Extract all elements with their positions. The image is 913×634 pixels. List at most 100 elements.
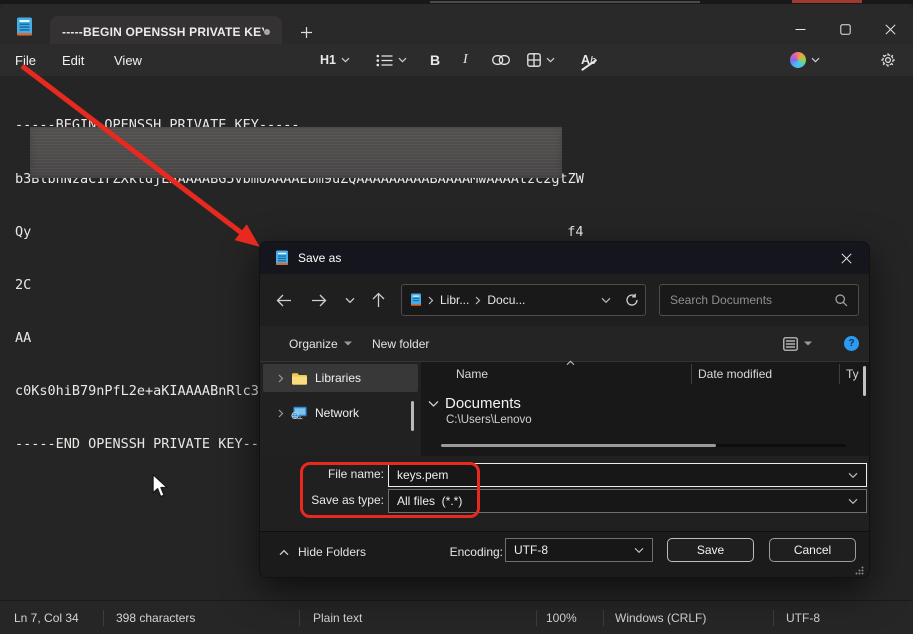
menu-edit[interactable]: Edit [62, 44, 84, 76]
list-format-button[interactable] [376, 44, 407, 76]
encoding[interactable]: UTF-8 [786, 601, 820, 634]
column-header-date-modified[interactable]: Date modified [698, 365, 772, 383]
column-separator[interactable] [839, 364, 840, 384]
bold-button[interactable]: B [430, 44, 440, 76]
column-header-type[interactable]: Ty [846, 365, 859, 383]
save-as-type-label: Save as type: [260, 493, 384, 507]
maximize-icon [840, 24, 851, 35]
document-format[interactable]: Plain text [313, 601, 362, 634]
help-button[interactable]: ? [844, 326, 859, 361]
hide-folders-button[interactable]: Hide Folders [279, 545, 366, 559]
file-list-scrollbar[interactable] [863, 366, 866, 396]
file-name-input[interactable] [397, 468, 842, 482]
chevron-down-icon [428, 400, 439, 408]
heading-style-button[interactable]: H1 [320, 44, 350, 76]
dialog-toolbar: Organize New folder ? [260, 326, 869, 362]
italic-button[interactable]: I [463, 44, 468, 76]
redacted-key-blur [30, 127, 562, 178]
plus-icon [300, 26, 313, 39]
background-artifact-red [792, 0, 862, 3]
clear-formatting-button[interactable]: Ab [581, 44, 596, 76]
file-name-combobox[interactable] [388, 463, 867, 487]
help-icon: ? [844, 336, 859, 351]
library-icon [410, 293, 422, 307]
back-button[interactable] [272, 288, 296, 312]
resize-grip[interactable] [855, 566, 864, 575]
organize-button[interactable]: Organize [289, 326, 352, 361]
recent-locations-button[interactable] [338, 288, 362, 312]
settings-button[interactable] [880, 44, 896, 76]
chevron-right-icon [475, 296, 481, 305]
breadcrumb-documents[interactable]: Docu... [487, 293, 525, 307]
tree-scrollbar[interactable] [411, 401, 414, 431]
up-one-level-button[interactable] [366, 288, 390, 312]
insert-link-button[interactable] [492, 44, 510, 76]
maximize-button[interactable] [823, 16, 867, 42]
statusbar-separator [536, 610, 537, 626]
forward-button[interactable] [307, 288, 331, 312]
caret-down-icon [804, 341, 812, 346]
breadcrumb-libraries[interactable]: Libr... [440, 293, 469, 307]
search-input[interactable] [670, 293, 835, 307]
organize-label: Organize [289, 337, 338, 351]
chevron-right-icon [428, 296, 434, 305]
table-icon [527, 53, 541, 67]
chevron-right-icon[interactable] [278, 409, 284, 418]
screen: -----BEGIN OPENSSH PRIVATE KEY- File Edi… [0, 0, 913, 634]
tree-item-network[interactable]: Network [263, 399, 418, 427]
line-ending[interactable]: Windows (CRLF) [615, 601, 706, 634]
save-as-dialog: Save as [259, 241, 870, 578]
group-header-documents[interactable]: Documents [428, 395, 521, 412]
statusbar-separator [103, 610, 104, 626]
save-button[interactable]: Save [667, 538, 754, 562]
address-bar[interactable]: Libr... Docu... [401, 284, 646, 316]
column-header-name[interactable]: Name [456, 365, 488, 383]
minimize-icon [795, 24, 806, 35]
zoom-level[interactable]: 100% [546, 601, 577, 634]
file-list-pane: Name Date modified Ty Documents C:\Users… [426, 362, 870, 456]
column-separator[interactable] [691, 364, 692, 384]
view-options-button[interactable] [783, 326, 812, 361]
details-view-icon [783, 337, 798, 351]
encoding-combobox[interactable]: UTF-8 [505, 538, 653, 562]
chevron-down-icon[interactable] [848, 498, 858, 505]
chevron-down-icon[interactable] [601, 297, 611, 304]
horizontal-scrollbar-thumb[interactable] [441, 444, 716, 447]
file-name-label: File name: [260, 467, 384, 481]
tree-item-libraries[interactable]: Libraries [263, 364, 418, 392]
new-folder-button[interactable]: New folder [372, 326, 429, 361]
copilot-button[interactable] [790, 44, 820, 76]
chevron-down-icon[interactable] [634, 547, 644, 554]
close-icon [885, 24, 896, 35]
menu-view[interactable]: View [114, 44, 142, 76]
statusbar: Ln 7, Col 34 398 characters Plain text 1… [0, 600, 913, 634]
new-tab-button[interactable] [296, 22, 316, 42]
bullet-list-icon [376, 54, 393, 67]
arrow-right-icon [311, 294, 327, 307]
minimize-button[interactable] [778, 16, 822, 42]
notepad-app-icon [15, 16, 34, 37]
clear-formatting-icon: Ab [581, 53, 596, 67]
link-icon [492, 55, 510, 65]
cancel-button[interactable]: Cancel [769, 538, 856, 562]
unsaved-indicator-dot [264, 29, 270, 35]
encoding-value: UTF-8 [514, 543, 548, 557]
insert-table-button[interactable] [527, 44, 555, 76]
dialog-titlebar: Save as [260, 242, 869, 274]
refresh-icon[interactable] [625, 293, 639, 307]
chevron-right-icon[interactable] [278, 374, 284, 383]
search-box[interactable] [659, 284, 859, 316]
sort-ascending-icon [566, 360, 575, 366]
dialog-filename-section: File name: Save as type: All files (*.*) [260, 456, 869, 531]
italic-icon: I [463, 52, 468, 68]
chevron-down-icon [398, 57, 407, 63]
background-artifact [430, 1, 700, 3]
chevron-down-icon[interactable] [848, 472, 858, 479]
save-as-type-combobox[interactable]: All files (*.*) [388, 489, 867, 513]
gear-icon [880, 52, 896, 68]
dialog-close-button[interactable] [824, 242, 869, 274]
close-button[interactable] [868, 16, 912, 42]
notepad-titlebar: -----BEGIN OPENSSH PRIVATE KEY- [0, 4, 913, 44]
chevron-down-icon [811, 57, 820, 63]
menu-file[interactable]: File [15, 44, 36, 76]
